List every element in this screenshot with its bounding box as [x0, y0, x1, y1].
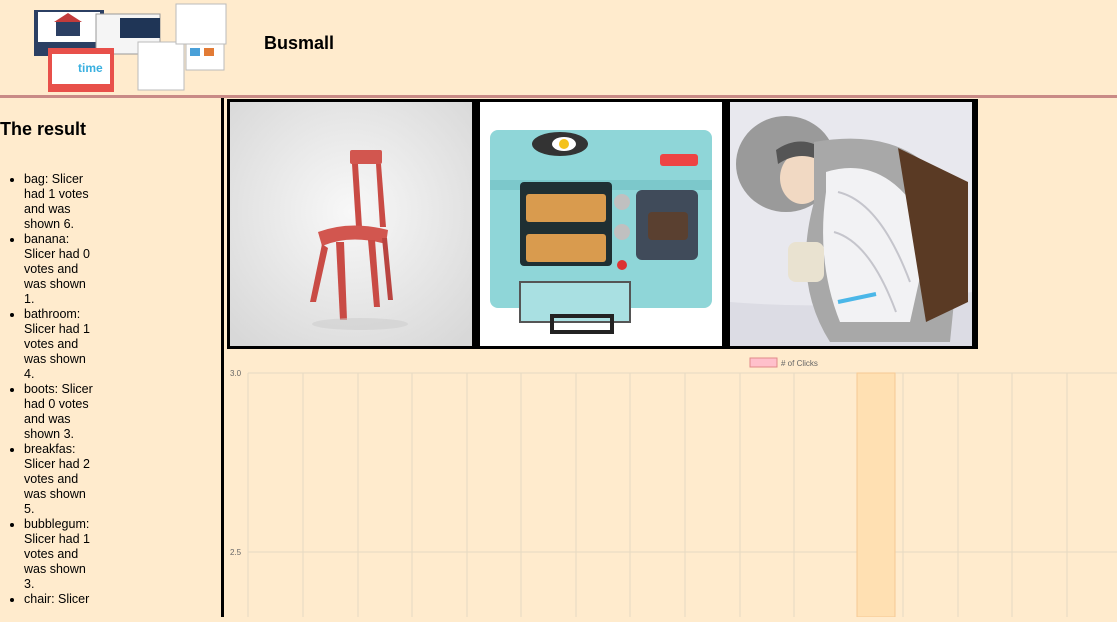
- list-item: breakfas: Slicer had 2 votes and was sho…: [24, 442, 94, 517]
- list-item: chair: Slicer: [24, 592, 94, 607]
- header: time Busmall: [0, 0, 1117, 98]
- chart-canvas: # of Clicks 3.0 2.5: [230, 357, 1117, 618]
- breakfast-icon: [480, 102, 722, 346]
- site-title: Busmall: [264, 33, 335, 53]
- list-item: bathroom: Slicer had 1 votes and was sho…: [24, 307, 94, 382]
- product-image-tauntaun[interactable]: [730, 102, 972, 346]
- list-item: bubblegum: Slicer had 1 votes and was sh…: [24, 517, 94, 592]
- svg-text:time: time: [78, 61, 103, 75]
- results-list: bag: Slicer had 1 votes and was shown 6.…: [24, 172, 94, 607]
- y-tick-label: 3.0: [230, 369, 242, 378]
- legend-label: # of Clicks: [781, 359, 818, 368]
- product-images: [227, 99, 978, 349]
- list-item: boots: Slicer had 0 votes and was shown …: [24, 382, 94, 442]
- legend-swatch: [749, 357, 778, 368]
- clicks-chart: # of Clicks 3.0 2.5: [227, 349, 1117, 618]
- logo: time: [34, 3, 227, 92]
- list-item: bag: Slicer had 1 votes and was shown 6.: [24, 172, 94, 232]
- results-sidebar: The result bag: Slicer had 1 votes and w…: [0, 98, 224, 617]
- chair-icon: [230, 102, 472, 346]
- product-image-breakfast[interactable]: [480, 102, 722, 346]
- list-item: banana: Slicer had 0 votes and was shown…: [24, 232, 94, 307]
- results-title: The result: [0, 119, 87, 139]
- product-image-chair[interactable]: [230, 102, 472, 346]
- y-tick-label: 2.5: [230, 548, 242, 557]
- tauntaun-icon: [730, 102, 972, 346]
- bar: [856, 372, 896, 618]
